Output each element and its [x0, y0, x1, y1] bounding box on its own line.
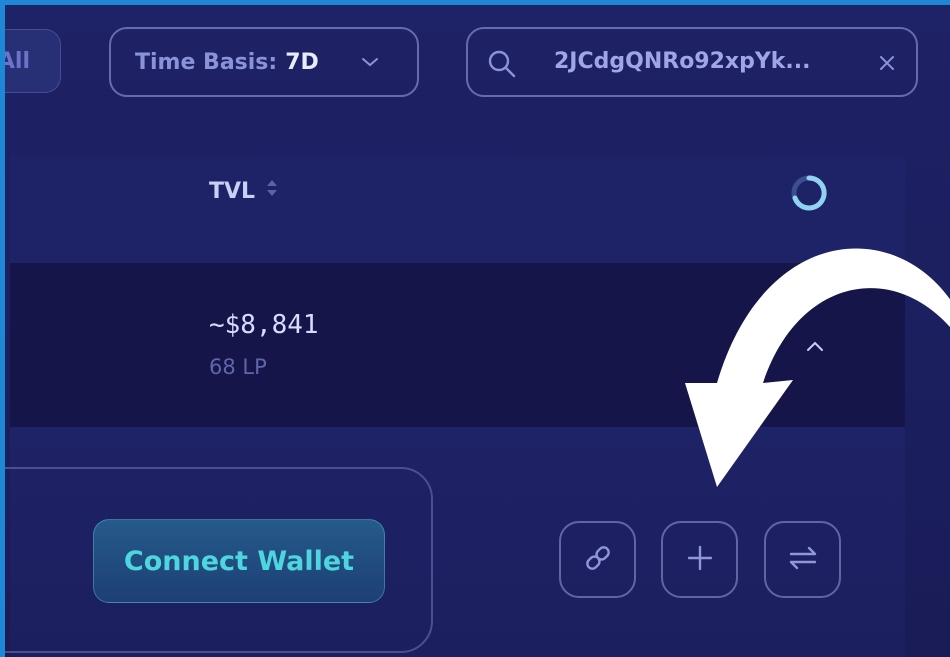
time-basis-value: 7D — [285, 49, 319, 75]
copy-link-button[interactable] — [559, 521, 636, 598]
tvl-header-label: TVL — [209, 178, 256, 204]
app-frame: All Time Basis: 7D 2JCdgQNRo92xpYk... TV… — [0, 0, 950, 657]
swap-button[interactable] — [764, 521, 841, 598]
lp-count: 68 LP — [209, 355, 267, 379]
connect-wallet-button[interactable]: Connect Wallet — [93, 519, 385, 603]
tvl-value: ~$8,841 — [209, 310, 319, 340]
chevron-down-icon — [359, 51, 381, 79]
connect-wallet-label: Connect Wallet — [123, 545, 355, 577]
filter-all-button[interactable]: All — [0, 29, 61, 93]
swap-icon — [785, 540, 821, 580]
loading-spinner-icon — [789, 173, 829, 217]
search-field[interactable]: 2JCdgQNRo92xpYk... — [466, 27, 918, 97]
plus-icon — [684, 542, 716, 578]
link-icon — [580, 540, 616, 580]
time-basis-label: Time Basis: — [135, 49, 278, 75]
close-icon[interactable] — [878, 54, 896, 76]
curved-arrow-annotation — [605, 225, 950, 509]
sort-icon[interactable] — [265, 177, 279, 205]
search-icon — [486, 48, 518, 84]
search-input[interactable]: 2JCdgQNRo92xpYk... — [554, 49, 811, 74]
tvl-column-header[interactable]: TVL — [209, 177, 279, 205]
add-liquidity-button[interactable] — [661, 521, 738, 598]
time-basis-dropdown[interactable]: Time Basis: 7D — [109, 27, 419, 97]
filter-all-label: All — [0, 48, 30, 74]
